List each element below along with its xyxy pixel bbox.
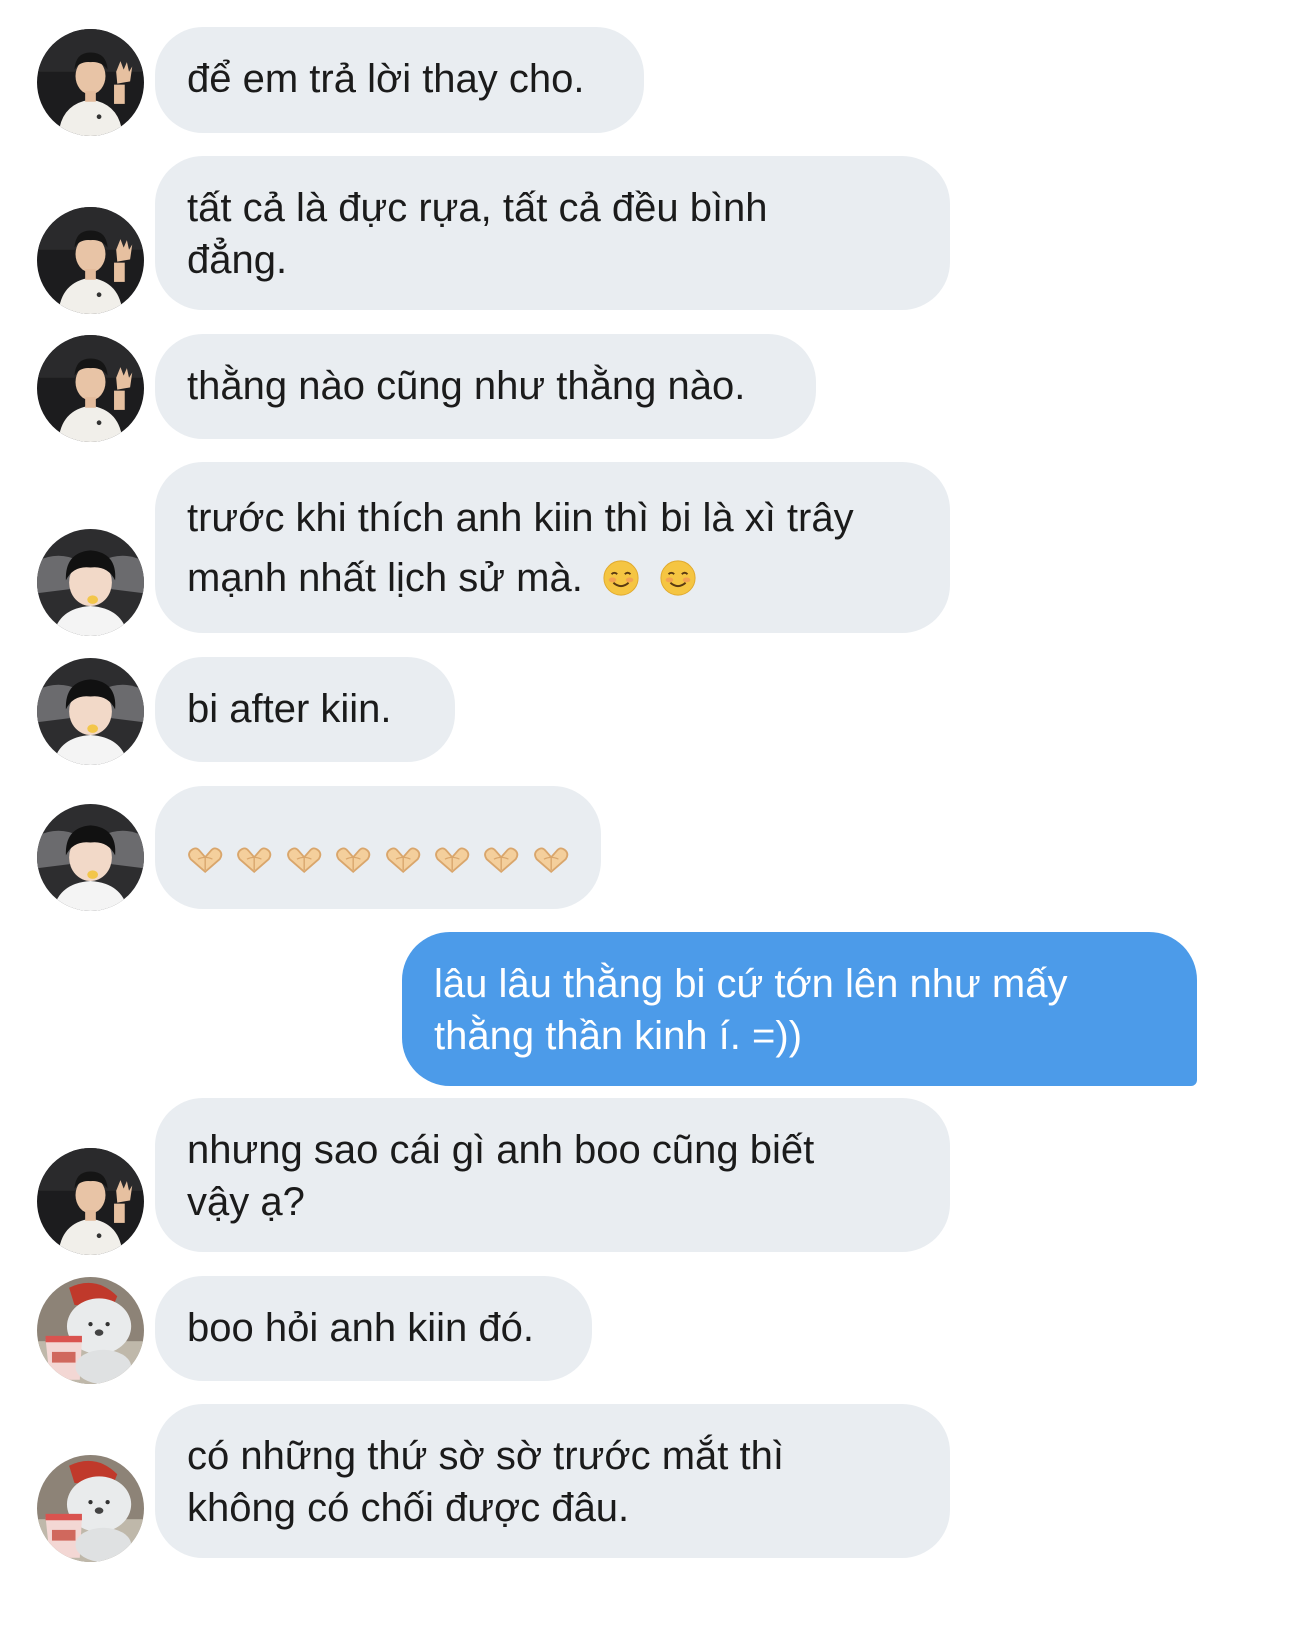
message-bubble[interactable]: trước khi thích anh kiin thì bi là xì tr… (155, 462, 950, 633)
message-text: mạnh nhất lịch sử mà. (187, 556, 583, 600)
message-text: thằng thần kinh í. =)) (434, 1014, 803, 1058)
user-avatar-man-white-shirt-icon (37, 207, 144, 314)
message-bubble[interactable]: để em trả lời thay cho. (155, 27, 644, 133)
message-text: bi after kiin. (187, 687, 392, 731)
avatar[interactable] (37, 658, 144, 765)
message-bubble[interactable]: nhưng sao cái gì anh boo cũng biết vậy ạ… (155, 1098, 950, 1252)
user-avatar-boy-dark-hair-icon (37, 529, 144, 636)
heart-hands-icon (187, 845, 223, 875)
message-text: tất cả là đực rựa, tất cả đều bình (187, 186, 768, 230)
message-bubble[interactable]: boo hỏi anh kiin đó. (155, 1276, 592, 1381)
avatar[interactable] (37, 29, 144, 136)
heart-hands-icon (483, 845, 519, 875)
heart-hands-icon (286, 845, 322, 875)
message-text: lâu lâu thằng bi cứ tớn lên như mấy (434, 962, 1068, 1006)
user-avatar-boy-dark-hair-icon (37, 804, 144, 911)
heart-hands-icon (335, 845, 371, 875)
heart-hands-icon (434, 845, 470, 875)
user-avatar-bear-cartoon-icon (37, 1277, 144, 1384)
message-text: thằng nào cũng như thằng nào. (187, 364, 746, 408)
message-text: trước khi thích anh kiin thì bi là xì tr… (187, 496, 854, 540)
heart-hands-icon (236, 845, 272, 875)
heart-hands-icon (385, 845, 421, 875)
message-text: không có chối được đâu. (187, 1486, 630, 1530)
message-text: đẳng. (187, 238, 288, 282)
message-bubble[interactable]: thằng nào cũng như thằng nào. (155, 334, 816, 439)
user-avatar-man-white-shirt-icon (37, 1148, 144, 1255)
message-bubble[interactable]: bi after kiin. (155, 657, 455, 762)
smiling-face-icon (659, 559, 697, 597)
avatar[interactable] (37, 804, 144, 911)
message-bubble[interactable]: có những thứ sờ sờ trước mắt thì không c… (155, 1404, 950, 1558)
user-avatar-bear-cartoon-icon (37, 1455, 144, 1562)
avatar[interactable] (37, 529, 144, 636)
avatar[interactable] (37, 1455, 144, 1562)
user-avatar-boy-dark-hair-icon (37, 658, 144, 765)
avatar[interactable] (37, 1277, 144, 1384)
smiling-face-icon (602, 559, 640, 597)
heart-hands-icon (533, 845, 569, 875)
sent-message-bubble[interactable]: lâu lâu thằng bi cứ tớn lên như mấy thằn… (402, 932, 1197, 1086)
message-bubble[interactable] (155, 786, 601, 909)
message-text: để em trả lời thay cho. (187, 57, 585, 101)
message-text: có những thứ sờ sờ trước mắt thì (187, 1434, 784, 1478)
avatar[interactable] (37, 335, 144, 442)
message-bubble[interactable]: tất cả là đực rựa, tất cả đều bình đẳng. (155, 156, 950, 310)
avatar[interactable] (37, 207, 144, 314)
message-text: vậy ạ? (187, 1180, 305, 1224)
emoji-row (187, 786, 569, 921)
message-text: boo hỏi anh kiin đó. (187, 1306, 534, 1350)
user-avatar-man-white-shirt-icon (37, 335, 144, 442)
message-text: nhưng sao cái gì anh boo cũng biết (187, 1128, 815, 1172)
avatar[interactable] (37, 1148, 144, 1255)
user-avatar-man-white-shirt-icon (37, 29, 144, 136)
